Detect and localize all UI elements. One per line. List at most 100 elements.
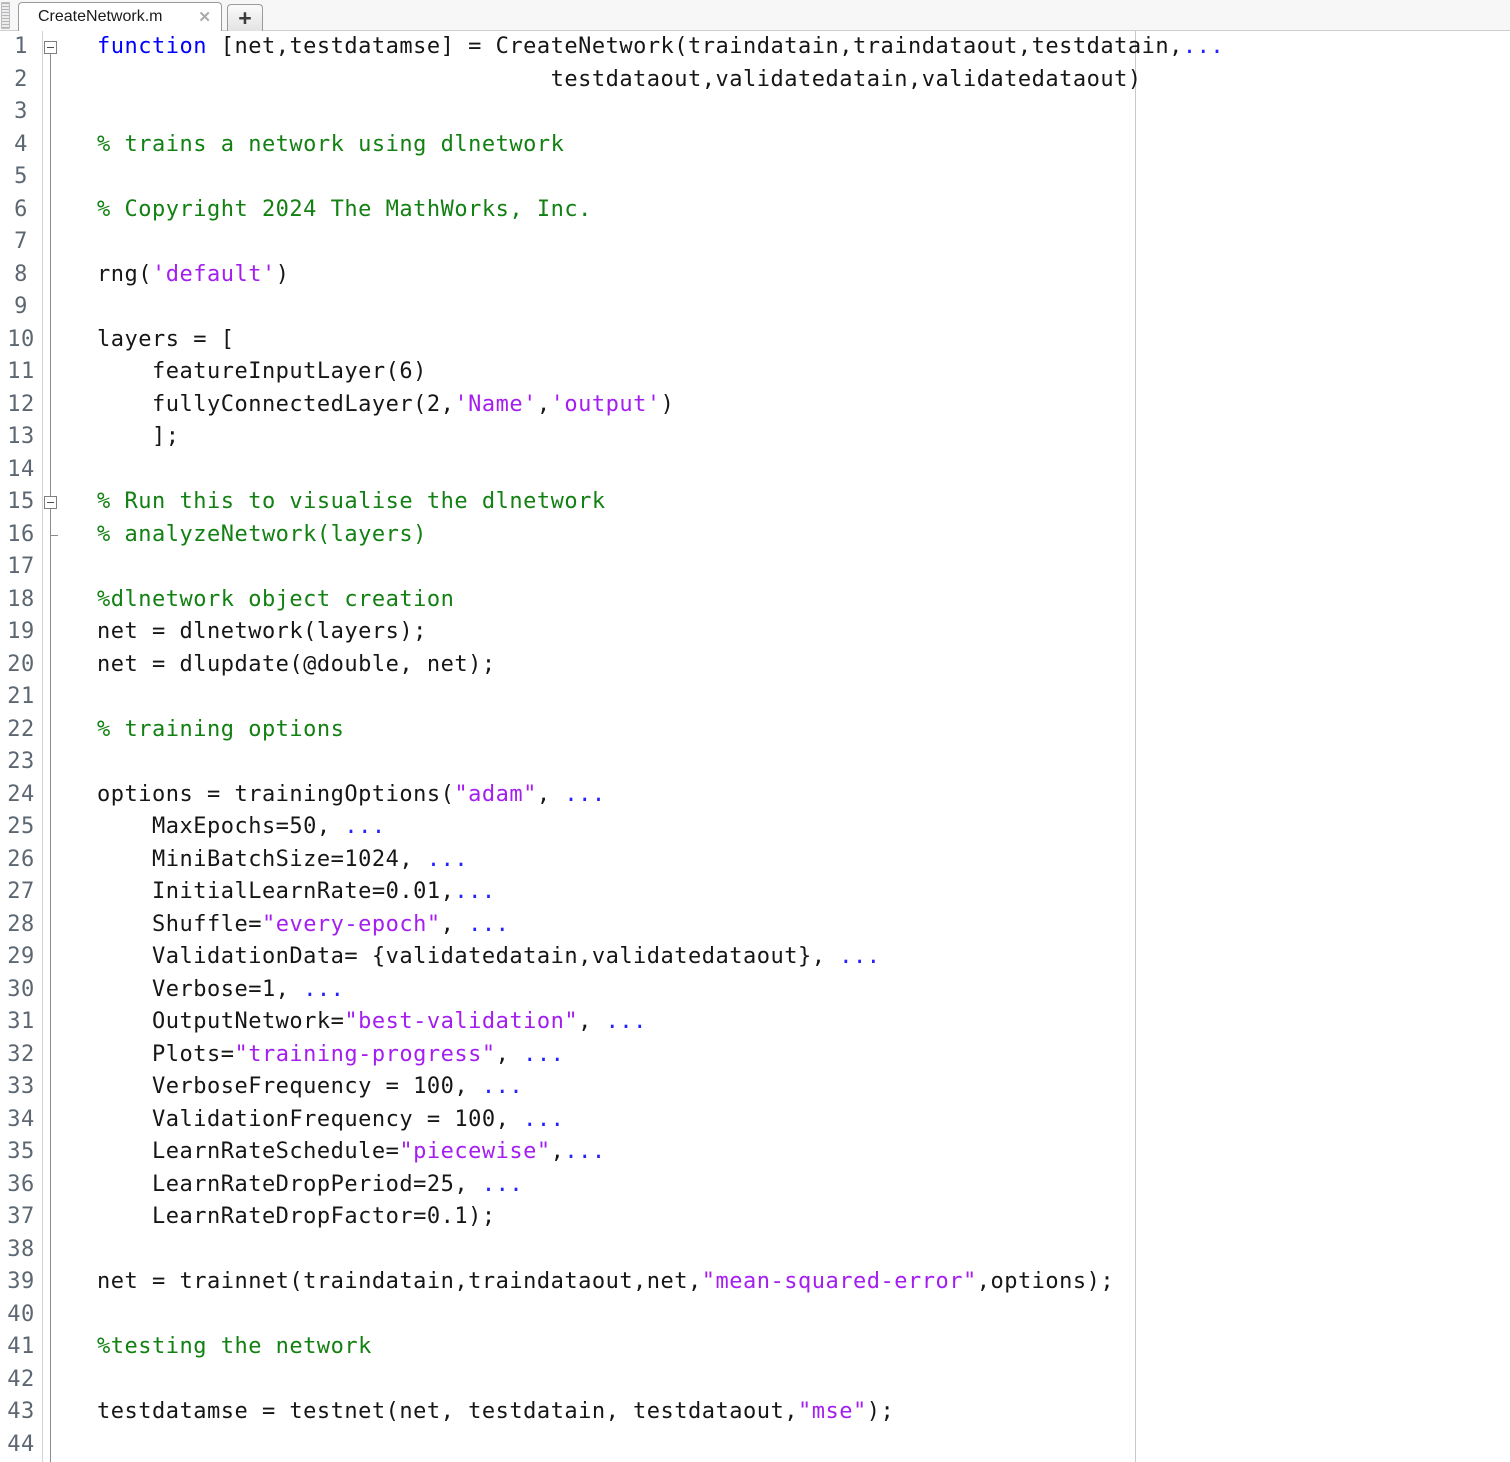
code-fold-end-marker [50, 535, 58, 536]
line-number[interactable]: 30 [0, 974, 42, 1007]
line-number[interactable]: 32 [0, 1039, 42, 1072]
code-line[interactable]: layers = [ [97, 324, 1510, 357]
line-number[interactable]: 41 [0, 1331, 42, 1364]
line-number[interactable]: 10 [0, 324, 42, 357]
code-line[interactable]: % Run this to visualise the dlnetwork [97, 486, 1510, 519]
line-number[interactable]: 43 [0, 1396, 42, 1429]
line-number[interactable]: 35 [0, 1136, 42, 1169]
line-number[interactable]: 8 [0, 259, 42, 292]
line-number[interactable]: 25 [0, 811, 42, 844]
line-number[interactable]: 5 [0, 161, 42, 194]
code-fold-toggle[interactable] [44, 496, 57, 509]
code-line[interactable]: featureInputLayer(6) [97, 356, 1510, 389]
line-number[interactable]: 14 [0, 454, 42, 487]
line-number[interactable]: 23 [0, 746, 42, 779]
code-line[interactable]: % analyzeNetwork(layers) [97, 519, 1510, 552]
line-number[interactable]: 26 [0, 844, 42, 877]
tab-createnetwork[interactable]: CreateNetwork.m ✕ [18, 2, 222, 31]
line-number[interactable]: 12 [0, 389, 42, 422]
tab-bar-grip-handle[interactable] [1, 2, 10, 29]
code-line[interactable]: rng('default') [97, 259, 1510, 292]
code-line[interactable]: MaxEpochs=50, ... [97, 811, 1510, 844]
code-area[interactable]: function [net,testdatamse] = CreateNetwo… [62, 31, 1510, 1462]
code-line[interactable]: options = trainingOptions("adam", ... [97, 779, 1510, 812]
fold-extent-line [50, 54, 51, 1462]
line-number[interactable]: 15 [0, 486, 42, 519]
line-number[interactable]: 40 [0, 1299, 42, 1332]
code-line[interactable] [97, 96, 1510, 129]
code-line[interactable]: LearnRateSchedule="piecewise",... [97, 1136, 1510, 1169]
line-number[interactable]: 6 [0, 194, 42, 227]
line-number[interactable]: 19 [0, 616, 42, 649]
code-line[interactable] [97, 226, 1510, 259]
code-line[interactable]: ValidationData= {validatedatain,validate… [97, 941, 1510, 974]
line-number[interactable]: 24 [0, 779, 42, 812]
code-line[interactable] [97, 1364, 1510, 1397]
line-number[interactable]: 38 [0, 1234, 42, 1267]
code-line[interactable] [97, 291, 1510, 324]
code-line[interactable] [97, 1299, 1510, 1332]
line-number[interactable]: 1 [0, 31, 42, 64]
code-line[interactable] [97, 454, 1510, 487]
code-editor[interactable]: 1234567891011121314151617181920212223242… [0, 31, 1510, 1462]
line-number[interactable]: 37 [0, 1201, 42, 1234]
line-number[interactable]: 33 [0, 1071, 42, 1104]
line-number[interactable]: 17 [0, 551, 42, 584]
plus-icon: + [238, 5, 251, 32]
code-line[interactable] [97, 1234, 1510, 1267]
line-number[interactable]: 36 [0, 1169, 42, 1202]
line-number[interactable]: 34 [0, 1104, 42, 1137]
code-line[interactable] [97, 746, 1510, 779]
line-number[interactable]: 16 [0, 519, 42, 552]
tab-label: CreateNetwork.m [38, 8, 198, 26]
line-number[interactable]: 22 [0, 714, 42, 747]
code-line[interactable]: Verbose=1, ... [97, 974, 1510, 1007]
code-fold-toggle[interactable] [44, 41, 57, 54]
line-number[interactable]: 31 [0, 1006, 42, 1039]
line-number[interactable]: 44 [0, 1429, 42, 1462]
code-line[interactable]: % Copyright 2024 The MathWorks, Inc. [97, 194, 1510, 227]
line-number[interactable]: 21 [0, 681, 42, 714]
line-number[interactable]: 28 [0, 909, 42, 942]
code-line[interactable]: %testing the network [97, 1331, 1510, 1364]
line-number[interactable]: 11 [0, 356, 42, 389]
new-tab-button[interactable]: + [227, 4, 263, 31]
code-line[interactable]: InitialLearnRate=0.01,... [97, 876, 1510, 909]
line-number[interactable]: 18 [0, 584, 42, 617]
line-number[interactable]: 4 [0, 129, 42, 162]
line-number[interactable]: 39 [0, 1266, 42, 1299]
code-line[interactable]: OutputNetwork="best-validation", ... [97, 1006, 1510, 1039]
close-tab-icon[interactable]: ✕ [198, 10, 211, 25]
code-line[interactable]: %dlnetwork object creation [97, 584, 1510, 617]
line-number[interactable]: 9 [0, 291, 42, 324]
code-line[interactable]: ValidationFrequency = 100, ... [97, 1104, 1510, 1137]
code-line[interactable]: % trains a network using dlnetwork [97, 129, 1510, 162]
code-line[interactable]: MiniBatchSize=1024, ... [97, 844, 1510, 877]
code-line[interactable] [97, 1429, 1510, 1462]
code-line[interactable] [97, 681, 1510, 714]
code-line[interactable]: Shuffle="every-epoch", ... [97, 909, 1510, 942]
code-line[interactable]: VerboseFrequency = 100, ... [97, 1071, 1510, 1104]
code-line[interactable] [97, 161, 1510, 194]
code-line[interactable]: ]; [97, 421, 1510, 454]
code-line[interactable]: Plots="training-progress", ... [97, 1039, 1510, 1072]
code-line[interactable]: LearnRateDropPeriod=25, ... [97, 1169, 1510, 1202]
line-number[interactable]: 7 [0, 226, 42, 259]
code-line[interactable]: net = dlupdate(@double, net); [97, 649, 1510, 682]
code-line[interactable]: % training options [97, 714, 1510, 747]
line-number[interactable]: 13 [0, 421, 42, 454]
line-number[interactable]: 2 [0, 64, 42, 97]
code-line[interactable]: LearnRateDropFactor=0.1); [97, 1201, 1510, 1234]
line-number[interactable]: 42 [0, 1364, 42, 1397]
line-number[interactable]: 27 [0, 876, 42, 909]
code-line[interactable] [97, 551, 1510, 584]
code-line[interactable]: net = trainnet(traindatain,traindataout,… [97, 1266, 1510, 1299]
code-line[interactable]: testdataout,validatedatain,validatedatao… [97, 64, 1510, 97]
code-line[interactable]: testdatamse = testnet(net, testdatain, t… [97, 1396, 1510, 1429]
code-line[interactable]: function [net,testdatamse] = CreateNetwo… [97, 31, 1510, 64]
code-line[interactable]: net = dlnetwork(layers); [97, 616, 1510, 649]
line-number[interactable]: 3 [0, 96, 42, 129]
line-number[interactable]: 20 [0, 649, 42, 682]
code-line[interactable]: fullyConnectedLayer(2,'Name','output') [97, 389, 1510, 422]
line-number[interactable]: 29 [0, 941, 42, 974]
